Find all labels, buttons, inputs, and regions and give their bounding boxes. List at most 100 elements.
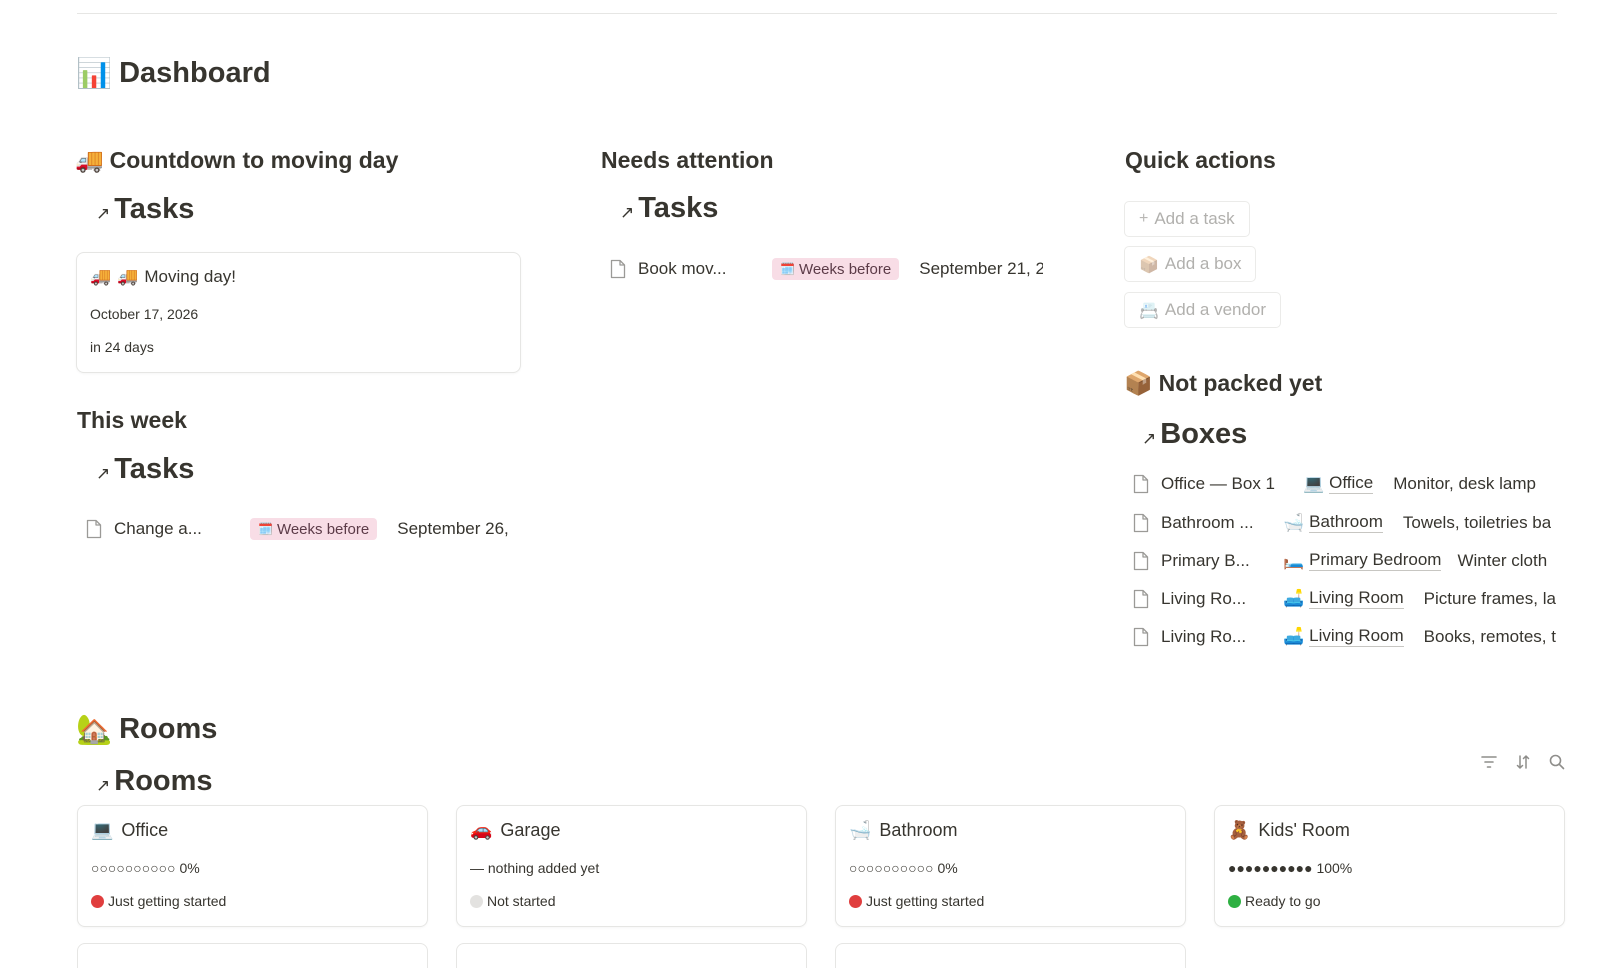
room-status-label: Just getting started (866, 893, 985, 909)
table-row[interactable]: Living Ro... 🛋️ Living Room Books, remot… (1133, 622, 1573, 652)
add-task-button[interactable]: + Add a task (1124, 201, 1250, 237)
room-card-partial[interactable] (456, 943, 807, 968)
task-name[interactable]: Book mov... (638, 259, 738, 279)
status-dot-icon (1228, 894, 1241, 908)
table-row[interactable]: Living Ro... 🛋️ Living Room Picture fram… (1133, 584, 1573, 614)
room-card-partial[interactable] (77, 943, 428, 968)
room-link[interactable]: 💻 Office (1303, 473, 1374, 494)
card-title: 🚚 🚚 Moving day! (90, 267, 236, 287)
room-card-garage[interactable]: 🚗 Garage — nothing added yet Not started (456, 805, 807, 927)
room-link-label[interactable]: Office (1329, 473, 1374, 494)
room-status: Not started (470, 893, 555, 909)
page-icon (610, 259, 626, 279)
sort-icon[interactable] (1514, 753, 1532, 771)
button-label: Add a task (1154, 209, 1235, 228)
room-link[interactable]: 🛋️ Living Room (1283, 626, 1404, 647)
room-card-kids-room[interactable]: 🧸 Kids' Room ●●●●●●●●●● 100% Ready to go (1214, 805, 1565, 927)
moving-day-card[interactable]: 🚚 🚚 Moving day! October 17, 2026 in 24 d… (76, 252, 521, 373)
page-icon (1133, 474, 1149, 494)
room-link[interactable]: 🛋️ Living Room (1283, 588, 1404, 609)
not-packed-heading: 📦 Not packed yet (1124, 370, 1322, 397)
room-name: Kids' Room (1258, 820, 1350, 840)
status-dot-icon (91, 894, 104, 908)
linked-db-title[interactable]: Boxes (1160, 418, 1247, 451)
box-contents: Towels, toiletries ba (1402, 513, 1552, 532)
box-name[interactable]: Living Ro... (1161, 627, 1269, 647)
needs-attention-linked-db[interactable]: ↗ Tasks (620, 192, 718, 225)
list-item[interactable]: Book mov... 🗓️ Weeks before September 21… (610, 254, 1043, 284)
page-icon (86, 519, 102, 539)
room-status: Ready to go (1228, 893, 1321, 909)
card-date: October 17, 2026 (90, 306, 199, 322)
room-status-label: Not started (487, 893, 556, 909)
add-box-button[interactable]: 📦 Add a box (1124, 246, 1257, 282)
linked-db-title[interactable]: Rooms (114, 765, 212, 798)
timing-tag-label: Weeks before (798, 260, 892, 278)
room-progress: ○○○○○○○○○○ 0% (91, 860, 200, 876)
room-card-title: 💻 Office (91, 820, 168, 841)
add-vendor-button[interactable]: 📇 Add a vendor (1124, 292, 1282, 328)
card-title-text: Moving day! (144, 267, 237, 286)
room-link[interactable]: 🛁 Bathroom (1283, 512, 1383, 533)
linked-db-title[interactable]: Tasks (638, 192, 718, 225)
truck-icon: 🚚 (90, 267, 112, 287)
room-card-title: 🛁 Bathroom (849, 820, 957, 841)
rooms-linked-db[interactable]: ↗ Rooms (96, 765, 213, 798)
linked-db-title[interactable]: Tasks (114, 453, 194, 486)
box-name[interactable]: Office — Box 1 (1161, 474, 1298, 494)
box-icon: 📦 (1139, 254, 1159, 274)
couch-icon: 🛋️ (1283, 627, 1305, 647)
button-label: Add a box (1164, 254, 1242, 273)
list-item[interactable]: Change a... 🗓️ Weeks before September 26… (86, 514, 516, 544)
box-name[interactable]: Bathroom ... (1161, 513, 1269, 533)
box-contents: Books, remotes, t (1423, 627, 1556, 646)
room-status-label: Ready to go (1245, 893, 1321, 909)
room-card-office[interactable]: 💻 Office ○○○○○○○○○○ 0% Just getting star… (77, 805, 428, 927)
house-icon: 🏡 (76, 712, 113, 746)
room-link-label[interactable]: Bathroom (1309, 512, 1383, 533)
box-contents: Monitor, desk lamp (1393, 474, 1536, 493)
bathtub-icon: 🛁 (1283, 513, 1305, 533)
status-dot-icon (849, 894, 862, 908)
room-name: Garage (500, 820, 561, 840)
link-arrow-icon: ↗ (620, 203, 635, 222)
page-icon (1133, 627, 1149, 647)
linked-db-title[interactable]: Tasks (114, 193, 194, 226)
task-date: September 21, 2 (919, 259, 1043, 278)
filter-icon[interactable] (1480, 753, 1498, 771)
boxes-linked-db[interactable]: ↗ Boxes (1142, 418, 1247, 451)
room-link[interactable]: 🛏️ Primary Bedroom (1283, 550, 1442, 571)
truck-icon: 🚚 (117, 267, 139, 287)
room-link-label[interactable]: Primary Bedroom (1309, 550, 1442, 571)
truck-icon: 🚚 (75, 148, 104, 174)
this-week-linked-db[interactable]: ↗ Tasks (96, 453, 194, 486)
box-name[interactable]: Living Ro... (1161, 589, 1269, 609)
room-status-label: Just getting started (108, 893, 227, 909)
task-name[interactable]: Change a... (114, 519, 214, 539)
table-row[interactable]: Office — Box 1 💻 Office Monitor, desk la… (1133, 469, 1573, 499)
task-date: September 26, (397, 519, 509, 538)
calendar-icon: 🗓️ (258, 522, 273, 536)
top-divider (77, 13, 1557, 14)
page-title-text: Dashboard (119, 57, 271, 89)
this-week-heading-text: This week (77, 407, 187, 433)
room-card-partial[interactable] (835, 943, 1186, 968)
table-row[interactable]: Bathroom ... 🛁 Bathroom Towels, toiletri… (1133, 508, 1573, 538)
countdown-linked-db[interactable]: ↗ Tasks (96, 193, 194, 226)
couch-icon: 🛋️ (1283, 589, 1305, 609)
timing-tag-label: Weeks before (276, 520, 370, 538)
room-card-bathroom[interactable]: 🛁 Bathroom ○○○○○○○○○○ 0% Just getting st… (835, 805, 1186, 927)
table-row[interactable]: Primary B... 🛏️ Primary Bedroom Winter c… (1133, 546, 1573, 576)
rooms-heading: 🏡 Rooms (76, 712, 217, 747)
rooms-heading-text: Rooms (119, 713, 218, 745)
search-icon[interactable] (1548, 753, 1566, 771)
countdown-heading: 🚚 Countdown to moving day (75, 147, 398, 174)
link-arrow-icon: ↗ (96, 204, 111, 223)
box-name[interactable]: Primary B... (1161, 551, 1269, 571)
not-packed-heading-text: Not packed yet (1158, 370, 1323, 396)
room-link-label[interactable]: Living Room (1309, 588, 1404, 609)
link-arrow-icon: ↗ (1142, 429, 1157, 448)
chart-icon: 📊 (76, 56, 113, 90)
room-link-label[interactable]: Living Room (1309, 626, 1404, 647)
plus-icon: + (1139, 210, 1149, 227)
